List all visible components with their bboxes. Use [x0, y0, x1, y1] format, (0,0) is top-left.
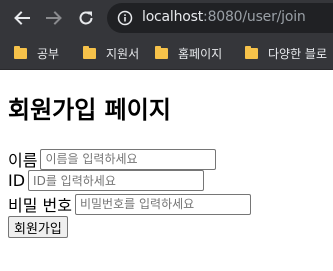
id-label: ID: [8, 171, 26, 190]
bookmark-folder-homepage[interactable]: 홈페이지: [155, 44, 222, 62]
info-icon[interactable]: [117, 10, 133, 26]
folder-icon: [245, 45, 258, 59]
url-path: :8080/user/join: [203, 9, 306, 25]
bookmark-folder-blogs[interactable]: 다양한 블로: [245, 44, 327, 62]
browser-toolbar: localhost:8080/user/join: [0, 0, 333, 36]
name-input[interactable]: [40, 148, 217, 170]
bookmark-folder-study[interactable]: 공부: [14, 44, 59, 62]
bookmark-label: 공부: [37, 46, 60, 61]
bookmark-label: 다양한 블로: [268, 46, 328, 61]
reload-button[interactable]: [75, 7, 97, 29]
arrow-right-icon: [46, 11, 62, 25]
address-bar[interactable]: localhost:8080/user/join: [107, 3, 333, 33]
folder-icon: [155, 45, 168, 59]
page-title: 회원가입 페이지: [8, 96, 171, 124]
bookmarks-bar: 공부 지원서 홈페이지 다양한 블로: [0, 36, 333, 70]
forward-button[interactable]: [43, 7, 65, 29]
folder-icon: [83, 45, 96, 59]
id-input[interactable]: [28, 170, 205, 191]
reload-icon: [79, 11, 93, 25]
password-row: 비밀 번호: [8, 192, 251, 216]
back-button[interactable]: [11, 7, 33, 29]
password-label: 비밀 번호: [8, 196, 72, 215]
name-row: 이름: [8, 147, 217, 171]
url-host: localhost: [142, 9, 204, 25]
signup-button[interactable]: 회원가입: [8, 216, 68, 238]
bookmark-label: 홈페이지: [178, 46, 223, 61]
id-row: ID: [8, 170, 205, 191]
bookmark-label: 지원서: [106, 46, 140, 61]
bookmark-folder-applications[interactable]: 지원서: [83, 44, 139, 62]
url-text: localhost:8080/user/join: [142, 9, 306, 25]
password-input[interactable]: [74, 193, 251, 215]
name-label: 이름: [8, 151, 38, 170]
arrow-left-icon: [14, 11, 30, 25]
folder-icon: [14, 45, 27, 59]
